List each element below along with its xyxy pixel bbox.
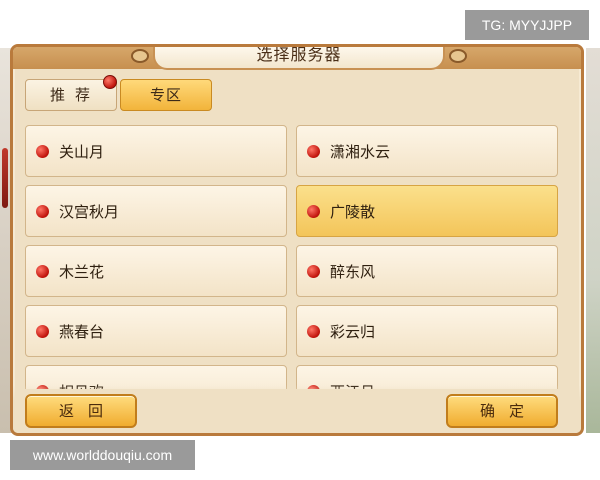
server-name: 醉东风 <box>330 263 376 281</box>
server-item[interactable]: 潇湘水云 <box>296 125 558 177</box>
tab-recommend-label: 推荐 <box>49 86 100 104</box>
confirm-button[interactable]: 确定 <box>446 394 558 428</box>
server-status-icon <box>36 145 49 158</box>
server-name: 木兰花 <box>59 263 105 281</box>
server-item[interactable]: 关山月 <box>25 125 287 177</box>
server-status-icon <box>36 265 49 278</box>
server-item[interactable]: 燕春台 <box>25 305 287 357</box>
cloud-ornament-icon <box>131 49 149 63</box>
dialog-title: 选择服务器 <box>256 45 342 64</box>
cloud-ornament-icon <box>449 49 467 63</box>
server-status-icon <box>307 205 320 218</box>
server-name: 潇湘水云 <box>330 143 391 161</box>
server-name: 燕春台 <box>59 323 105 341</box>
server-list[interactable]: 关山月 潇湘水云 汉宫秋月 广陵散 木兰花 醉东风 燕春台 彩云归 <box>13 117 581 389</box>
scenery-right <box>586 48 600 433</box>
server-status-icon <box>36 325 49 338</box>
tassel-ornament <box>2 148 8 208</box>
server-item[interactable]: 汉宫秋月 <box>25 185 287 237</box>
server-name: 汉宫秋月 <box>59 203 120 221</box>
server-name: 彩云归 <box>330 323 376 341</box>
server-status-icon <box>307 265 320 278</box>
tab-zone[interactable]: 专区 <box>120 79 212 111</box>
server-name: 广陵散 <box>330 203 376 221</box>
server-select-dialog: 选择服务器 推荐 专区 关山月 潇湘水云 汉宫秋月 广陵散 木兰花 醉东风 燕春… <box>10 44 584 436</box>
server-item[interactable]: 木兰花 <box>25 245 287 297</box>
server-status-icon <box>307 145 320 158</box>
server-status-icon <box>307 325 320 338</box>
server-item[interactable]: 彩云归 <box>296 305 558 357</box>
back-button[interactable]: 返回 <box>25 394 137 428</box>
server-item[interactable]: 醉东风 <box>296 245 558 297</box>
server-status-icon <box>36 205 49 218</box>
watermark-tg: TG: MYYJJPP <box>465 10 589 40</box>
server-item-selected[interactable]: 广陵散 <box>296 185 558 237</box>
server-name: 关山月 <box>59 143 105 161</box>
notification-dot-icon <box>103 75 117 89</box>
tab-zone-label: 专区 <box>149 86 182 104</box>
title-plate: 选择服务器 <box>153 45 445 70</box>
watermark-site: www.worlddouqiu.com <box>10 440 195 470</box>
